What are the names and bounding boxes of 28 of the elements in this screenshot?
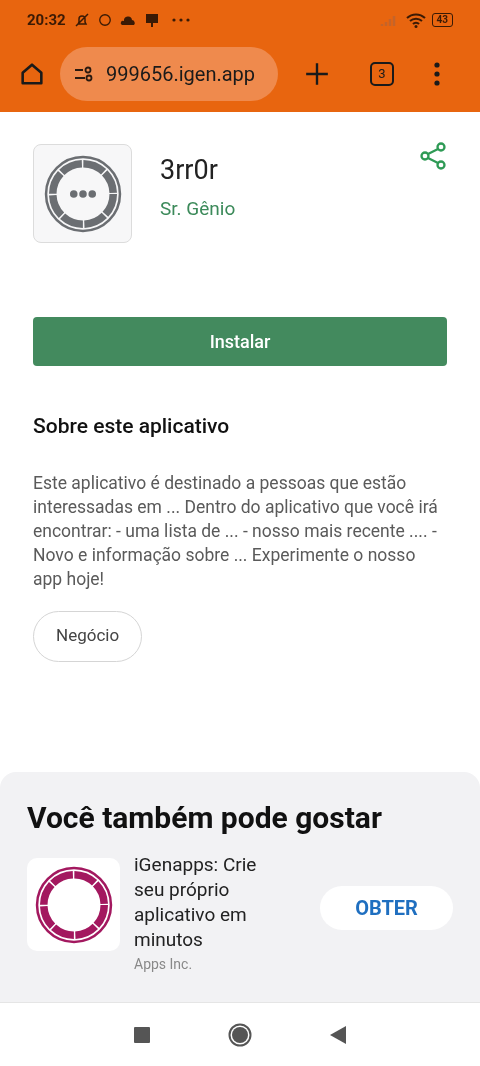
- section-title: Sobre este aplicativo: [33, 413, 231, 440]
- developer-name[interactable]: Sr. Gênio: [160, 194, 236, 223]
- status-time: 20:32: [27, 9, 66, 31]
- app-description: Este aplicativo é destinado a pessoas que estão interessadas em ... Dentro do aplicativo que você irá encontrar: - uma lista de ... - nosso mais recente .... - Novo e informação sobre ... Experimente o nosso app hoje!: [33, 471, 439, 591]
- wifi-icon: [405, 12, 426, 28]
- install-button[interactable]: Instalar: [33, 317, 447, 366]
- back-icon[interactable]: [330, 1025, 346, 1044]
- suggested-app-name[interactable]: iGenapps: Crie seu próprio aplicativo em minutos: [134, 852, 284, 952]
- recents-icon[interactable]: [134, 1026, 150, 1043]
- site-settings-icon[interactable]: [74, 66, 94, 82]
- share-icon[interactable]: [419, 142, 447, 170]
- suggested-app-developer: Apps Inc.: [134, 955, 194, 974]
- more-icon: [171, 18, 190, 22]
- new-tab-icon[interactable]: [304, 61, 330, 87]
- address-bar[interactable]: 999656.igen.app: [60, 47, 278, 101]
- suggested-app-icon[interactable]: [27, 858, 120, 951]
- url-text: 999656.igen.app: [106, 61, 256, 88]
- get-button[interactable]: OBTER: [320, 886, 453, 930]
- home-nav-icon[interactable]: [228, 1022, 252, 1047]
- battery-indicator: 43: [431, 13, 453, 27]
- app-title: 3rr0r: [160, 153, 219, 188]
- menu-icon[interactable]: [434, 62, 440, 86]
- cloud-icon: [119, 14, 136, 26]
- suggestions-title: Você também pode gostar: [27, 800, 383, 836]
- tab-count-button[interactable]: 3: [370, 62, 394, 86]
- home-icon[interactable]: [18, 60, 46, 88]
- notifications-off-icon: [73, 12, 90, 28]
- circle-icon: [97, 13, 112, 27]
